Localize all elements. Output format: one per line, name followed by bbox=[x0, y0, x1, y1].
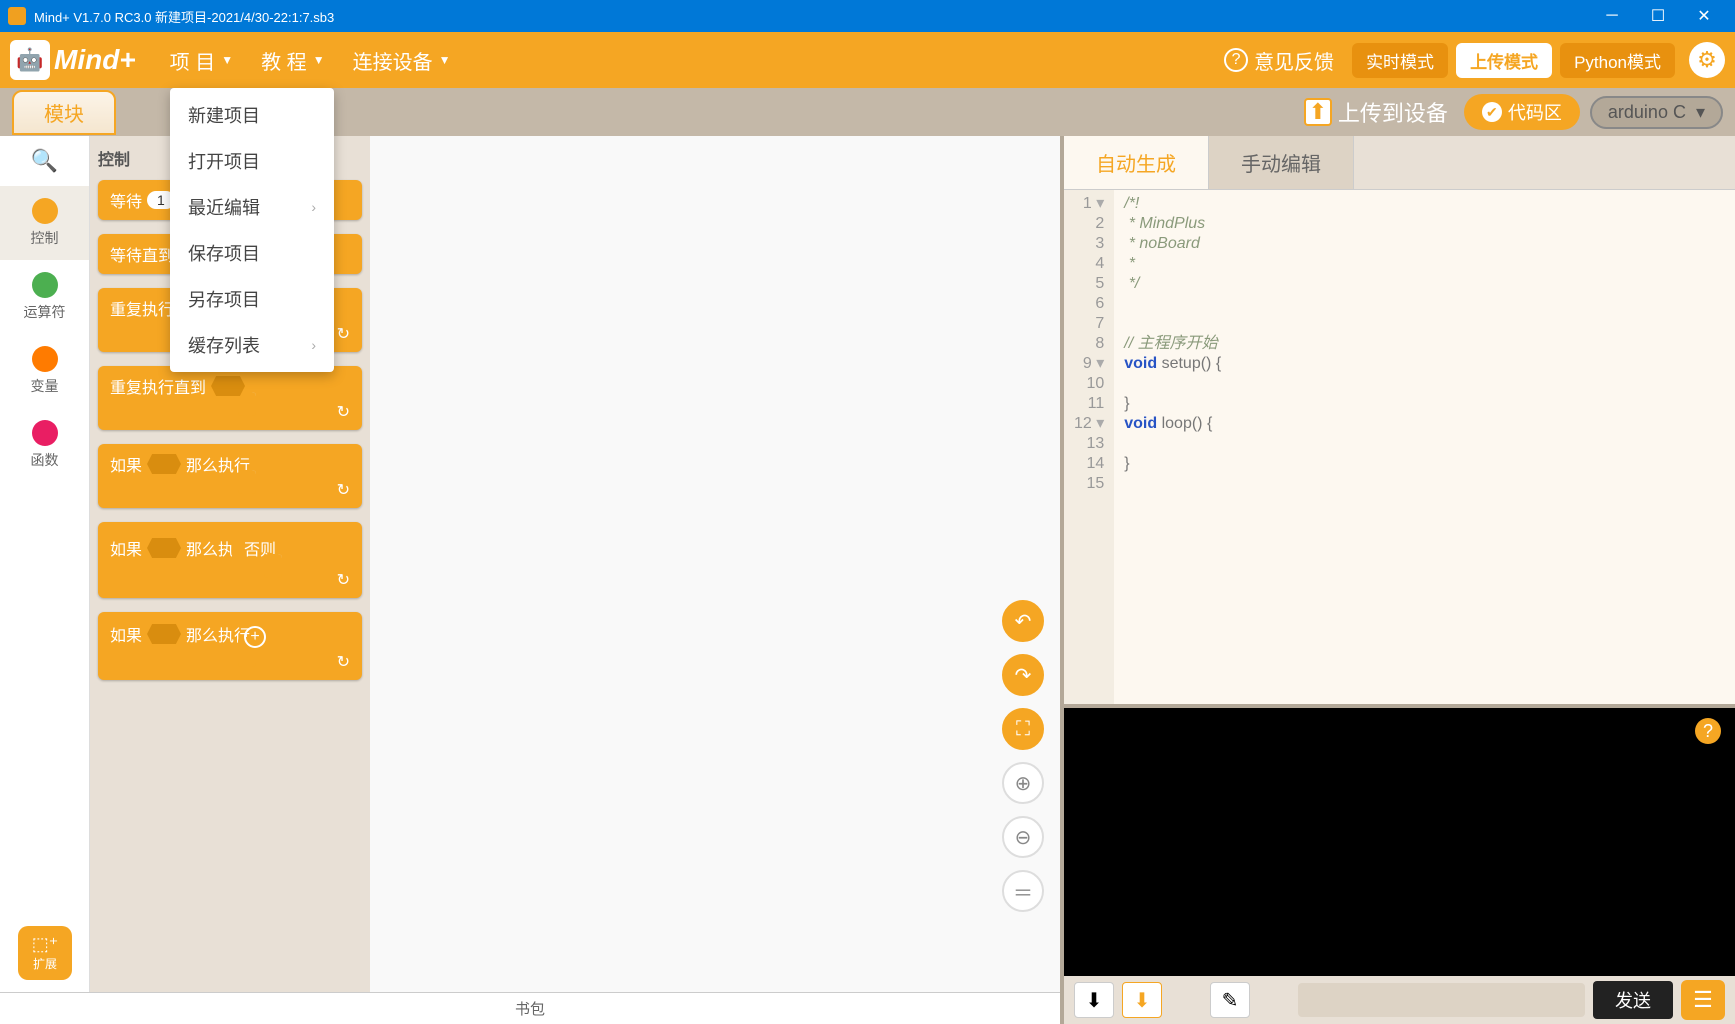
block-if[interactable]: 如果那么执行 bbox=[98, 444, 362, 508]
left-panel: 🔍 控制 运算符 变量 函数 ⬚⁺扩展 控制 📌 等待1 等待直到 重复执行10… bbox=[0, 136, 1060, 1024]
category-list: 🔍 控制 运算符 变量 函数 ⬚⁺扩展 bbox=[0, 136, 90, 992]
tab-auto-generate[interactable]: 自动生成 bbox=[1064, 136, 1209, 189]
blocks-tab[interactable]: 模块 bbox=[12, 90, 116, 135]
mode-python-button[interactable]: Python模式 bbox=[1560, 43, 1675, 78]
chevron-right-icon: › bbox=[311, 199, 316, 215]
category-operators[interactable]: 运算符 bbox=[0, 260, 89, 334]
caret-icon: ▼ bbox=[221, 53, 233, 67]
caret-icon: ▼ bbox=[313, 53, 325, 67]
crop-button[interactable]: ⛶ bbox=[1002, 708, 1044, 750]
code-tabs: 自动生成 手动编辑 bbox=[1064, 136, 1735, 190]
serial-input[interactable] bbox=[1298, 983, 1585, 1017]
usb-active-button[interactable]: ⬇ bbox=[1122, 982, 1162, 1018]
menu-open-project[interactable]: 打开项目 bbox=[170, 138, 334, 184]
code-editor[interactable]: 1 ▾2 3 4 5 6 7 8 9 ▾10 11 12 ▾13 14 15 /… bbox=[1064, 190, 1735, 704]
category-functions[interactable]: 函数 bbox=[0, 408, 89, 482]
mode-upload-button[interactable]: 上传模式 bbox=[1456, 43, 1552, 78]
language-select[interactable]: arduino C▾ bbox=[1590, 96, 1723, 129]
minimize-button[interactable]: ─ bbox=[1589, 1, 1635, 31]
window-title: Mind+ V1.7.0 RC3.0 新建项目-2021/4/30-22:1:7… bbox=[34, 7, 1589, 26]
script-canvas[interactable]: ↶ ↷ ⛶ ⊕ ⊖ ＝ bbox=[370, 136, 1060, 992]
logo: 🤖 Mind+ bbox=[10, 40, 136, 80]
main-toolbar: 🤖 Mind+ 项 目▼ 教 程▼ 连接设备▼ ? 意见反馈 实时模式 上传模式… bbox=[0, 32, 1735, 88]
mode-realtime-button[interactable]: 实时模式 bbox=[1352, 43, 1448, 78]
project-dropdown: 新建项目 打开项目 最近编辑› 保存项目 另存项目 缓存列表› bbox=[170, 88, 334, 372]
menu-new-project[interactable]: 新建项目 bbox=[170, 92, 334, 138]
undo-button[interactable]: ↶ bbox=[1002, 600, 1044, 642]
logo-text: Mind+ bbox=[54, 44, 136, 76]
code-content: /*! * MindPlus * noBoard * */ // 主程序开始 v… bbox=[1114, 190, 1231, 704]
question-icon: ? bbox=[1224, 48, 1248, 72]
backpack[interactable]: 书包 bbox=[0, 992, 1060, 1024]
serial-menu-button[interactable]: ☰ bbox=[1681, 980, 1725, 1020]
app-icon bbox=[8, 7, 26, 25]
extensions-button[interactable]: ⬚⁺扩展 bbox=[18, 926, 72, 980]
category-control[interactable]: 控制 bbox=[0, 186, 89, 260]
zoom-reset-button[interactable]: ＝ bbox=[1002, 870, 1044, 912]
menu-save-as[interactable]: 另存项目 bbox=[170, 276, 334, 322]
send-button[interactable]: 发送 bbox=[1593, 981, 1673, 1019]
menu-tutorial[interactable]: 教 程▼ bbox=[247, 38, 338, 83]
zoom-out-button[interactable]: ⊖ bbox=[1002, 816, 1044, 858]
chevron-right-icon: › bbox=[311, 337, 316, 353]
block-repeat-until[interactable]: 重复执行直到 bbox=[98, 366, 362, 430]
block-if-plus[interactable]: 如果那么执行+ bbox=[98, 612, 362, 680]
close-button[interactable]: ✕ bbox=[1681, 1, 1727, 31]
line-gutter: 1 ▾2 3 4 5 6 7 8 9 ▾10 11 12 ▾13 14 15 bbox=[1064, 190, 1114, 704]
menu-device[interactable]: 连接设备▼ bbox=[339, 38, 465, 83]
serial-monitor: ? ⬇ ⬇ ✎ 发送 ☰ bbox=[1064, 704, 1735, 1024]
redo-button[interactable]: ↷ bbox=[1002, 654, 1044, 696]
eraser-button[interactable]: ✎ bbox=[1210, 982, 1250, 1018]
menu-project[interactable]: 项 目▼ bbox=[156, 38, 247, 83]
help-button[interactable]: ? bbox=[1695, 718, 1721, 744]
upload-icon: ⬆ bbox=[1304, 98, 1332, 126]
right-panel: 自动生成 手动编辑 1 ▾2 3 4 5 6 7 8 9 ▾10 11 12 ▾… bbox=[1060, 136, 1735, 1024]
tab-manual-edit[interactable]: 手动编辑 bbox=[1209, 136, 1354, 189]
block-if-else[interactable]: 如果那么执行否则 bbox=[98, 522, 362, 598]
settings-button[interactable]: ⚙ bbox=[1689, 42, 1725, 78]
title-bar: Mind+ V1.7.0 RC3.0 新建项目-2021/4/30-22:1:7… bbox=[0, 0, 1735, 32]
serial-toolbar: ⬇ ⬇ ✎ 发送 ☰ bbox=[1064, 976, 1735, 1024]
chevron-down-icon: ▾ bbox=[1696, 102, 1705, 123]
search-icon[interactable]: 🔍 bbox=[31, 148, 58, 174]
zoom-in-button[interactable]: ⊕ bbox=[1002, 762, 1044, 804]
menu-cache-list[interactable]: 缓存列表› bbox=[170, 322, 334, 368]
feedback-link[interactable]: ? 意见反馈 bbox=[1224, 46, 1334, 75]
menu-recent[interactable]: 最近编辑› bbox=[170, 184, 334, 230]
caret-icon: ▼ bbox=[439, 53, 451, 67]
usb-button[interactable]: ⬇ bbox=[1074, 982, 1114, 1018]
code-area-button[interactable]: ✔ 代码区 bbox=[1464, 94, 1580, 130]
menu-save-project[interactable]: 保存项目 bbox=[170, 230, 334, 276]
logo-icon: 🤖 bbox=[10, 40, 50, 80]
check-icon: ✔ bbox=[1482, 102, 1502, 122]
maximize-button[interactable]: ☐ bbox=[1635, 1, 1681, 31]
category-variables[interactable]: 变量 bbox=[0, 334, 89, 408]
plus-icon[interactable]: + bbox=[244, 626, 266, 648]
upload-to-device-button[interactable]: ⬆ 上传到设备 bbox=[1304, 96, 1448, 128]
